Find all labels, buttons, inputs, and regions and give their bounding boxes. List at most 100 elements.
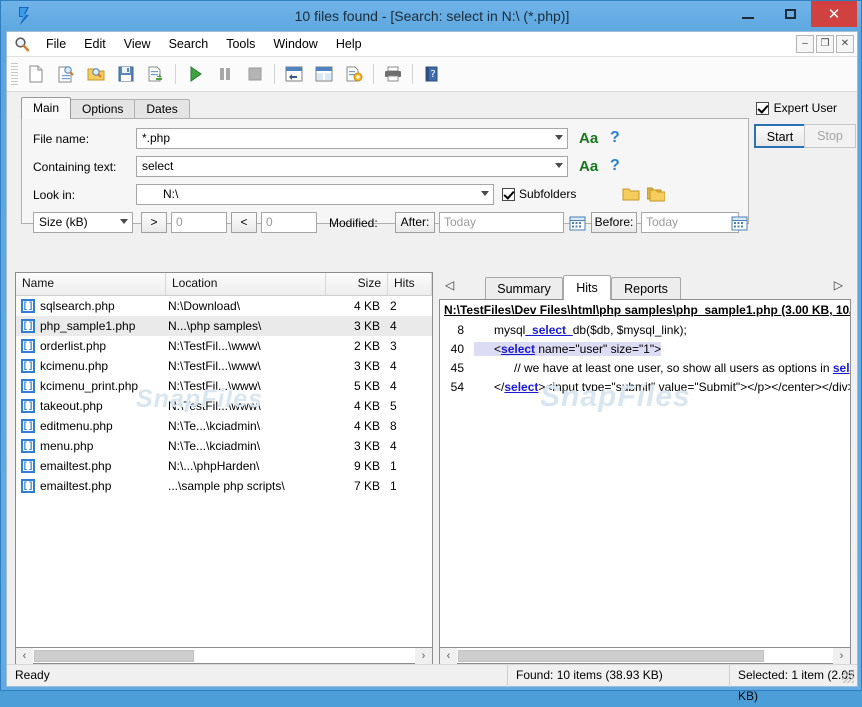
pane-splitter[interactable] <box>434 272 438 676</box>
mdi-restore-button[interactable]: ❐ <box>816 35 834 53</box>
size-greater-input[interactable]: 0 <box>171 212 227 233</box>
modified-before-button[interactable]: Before: <box>591 212 637 233</box>
menu-search[interactable]: Search <box>160 34 218 54</box>
menu-help[interactable]: Help <box>327 34 371 54</box>
table-row[interactable]: []sqlsearch.phpN:\Download\4 KB2 <box>16 296 432 316</box>
chevron-down-icon[interactable] <box>120 219 128 224</box>
column-header-size[interactable]: Size <box>326 273 388 295</box>
menu-view[interactable]: View <box>115 34 160 54</box>
table-row[interactable]: []editmenu.phpN:\Te...\kciadmin\4 KB8 <box>16 416 432 436</box>
mdi-close-button[interactable]: ✕ <box>836 35 854 53</box>
tab-hits[interactable]: Hits <box>563 275 611 300</box>
size-greater-button[interactable]: > <box>141 212 167 233</box>
containing-text-input[interactable]: select <box>136 156 568 177</box>
results-hscrollbar[interactable]: ‹ › <box>15 647 433 664</box>
column-header-location[interactable]: Location <box>166 273 326 295</box>
containing-text-help-icon[interactable]: ? <box>610 157 620 175</box>
table-row[interactable]: []emailtest.phpN:\...\phpHarden\9 KB1 <box>16 456 432 476</box>
modified-before-input[interactable]: Today <box>641 212 739 233</box>
containing-text-case-icon[interactable]: Aa <box>579 158 598 175</box>
search-document-icon[interactable] <box>51 59 81 89</box>
view-split-icon[interactable] <box>309 59 339 89</box>
pause-icon[interactable] <box>210 59 240 89</box>
tab-options[interactable]: Options <box>70 99 135 119</box>
results-list[interactable]: Name Location Size Hits []sqlsearch.phpN… <box>15 272 433 676</box>
file-name-case-icon[interactable]: Aa <box>579 130 598 147</box>
size-less-button[interactable]: < <box>231 212 257 233</box>
table-row[interactable]: []kcimenu.phpN:\TestFil...\www\3 KB4 <box>16 356 432 376</box>
print-icon[interactable] <box>378 59 408 89</box>
menu-edit[interactable]: Edit <box>75 34 115 54</box>
size-less-input[interactable]: 0 <box>261 212 317 233</box>
hit-line-text: </select><input type="submit" value="Sub… <box>474 380 851 394</box>
hits-view[interactable]: N:\TestFiles\Dev Files\html\php samples\… <box>439 299 851 676</box>
file-name-input[interactable]: *.php <box>136 128 568 149</box>
tab-summary[interactable]: Summary <box>485 277 563 300</box>
view-details-icon[interactable] <box>279 59 309 89</box>
menu-window[interactable]: Window <box>264 34 326 54</box>
subfolders-check-icon[interactable] <box>502 188 515 201</box>
toolbar-grip[interactable] <box>11 63 18 85</box>
column-header-hits[interactable]: Hits <box>388 273 432 295</box>
expert-user-checkbox[interactable]: Expert User <box>756 101 837 115</box>
tab-scroll-right-icon[interactable]: ▷ <box>834 278 843 292</box>
folder-multi-icon[interactable] <box>647 186 665 205</box>
tab-main[interactable]: Main <box>21 97 71 119</box>
file-name-help-icon[interactable]: ? <box>610 129 620 147</box>
tab-dates[interactable]: Dates <box>134 99 189 119</box>
cell-name: []emailtest.php <box>16 479 166 493</box>
menu-file[interactable]: File <box>37 34 75 54</box>
chevron-down-icon[interactable] <box>555 135 563 140</box>
table-row[interactable]: []emailtest.php...\sample php scripts\7 … <box>16 476 432 496</box>
chevron-down-icon[interactable] <box>481 191 489 196</box>
stop-icon[interactable] <box>240 59 270 89</box>
hit-line[interactable]: 45// we have at least one user, so show … <box>440 358 850 377</box>
cell-name: []takeout.php <box>16 399 166 413</box>
results-scroll-thumb[interactable] <box>34 650 194 662</box>
cell-size: 7 KB <box>326 479 388 493</box>
table-row[interactable]: []kcimenu_print.phpN:\TestFil...\www\5 K… <box>16 376 432 396</box>
hits-scroll-thumb[interactable] <box>458 650 764 662</box>
start-icon[interactable] <box>180 59 210 89</box>
results-scroll-right-icon[interactable]: › <box>415 648 432 664</box>
tab-reports[interactable]: Reports <box>611 277 681 300</box>
results-scroll-left-icon[interactable]: ‹ <box>16 648 33 664</box>
help-icon[interactable]: ? <box>417 59 447 89</box>
hit-line[interactable]: 54</select><input type="submit" value="S… <box>440 377 850 396</box>
modified-after-input[interactable]: Today <box>439 212 564 233</box>
look-in-input[interactable]: N:\ <box>136 184 494 205</box>
hit-line[interactable]: 8mysql_select_db($db, $mysql_link); <box>440 320 850 339</box>
export-icon[interactable] <box>141 59 171 89</box>
menu-tools[interactable]: Tools <box>217 34 264 54</box>
column-header-name[interactable]: Name <box>16 273 166 295</box>
hits-scroll-left-icon[interactable]: ‹ <box>440 648 457 664</box>
maximize-button[interactable] <box>769 1 811 27</box>
table-row[interactable]: []php_sample1.phpN...\php samples\3 KB4 <box>16 316 432 336</box>
subfolders-checkbox[interactable]: Subfolders <box>502 187 576 201</box>
save-icon[interactable] <box>111 59 141 89</box>
tab-scroll-left-icon[interactable]: ◁ <box>445 278 454 292</box>
mdi-minimize-button[interactable]: – <box>796 35 814 53</box>
stop-button[interactable]: Stop <box>804 124 856 148</box>
hits-scroll-right-icon[interactable]: › <box>833 648 850 664</box>
start-button[interactable]: Start <box>754 124 806 148</box>
minimize-button[interactable] <box>727 1 769 27</box>
new-search-icon[interactable] <box>21 59 51 89</box>
hit-line[interactable]: 40<select name="user" size="1"> <box>440 339 850 358</box>
chevron-down-icon[interactable] <box>555 163 563 168</box>
hits-hscrollbar[interactable]: ‹ › <box>439 647 851 664</box>
calendar-icon[interactable] <box>731 214 748 234</box>
size-unit-select[interactable]: Size (kB) <box>33 212 133 233</box>
table-row[interactable]: []takeout.phpN:\TestFil...\www\4 KB5 <box>16 396 432 416</box>
table-row[interactable]: []orderlist.phpN:\TestFil...\www\2 KB3 <box>16 336 432 356</box>
table-row[interactable]: []menu.phpN:\Te...\kciadmin\3 KB4 <box>16 436 432 456</box>
resize-grip-icon[interactable] <box>842 671 854 683</box>
modified-after-button[interactable]: After: <box>395 212 435 233</box>
folder-browse-icon[interactable] <box>622 186 640 205</box>
view-settings-icon[interactable] <box>339 59 369 89</box>
close-button[interactable]: ✕ <box>811 1 857 27</box>
expert-user-check-icon[interactable] <box>756 102 769 115</box>
calendar-icon[interactable] <box>569 214 586 234</box>
open-folder-icon[interactable] <box>81 59 111 89</box>
toolbar-separator <box>274 64 275 84</box>
